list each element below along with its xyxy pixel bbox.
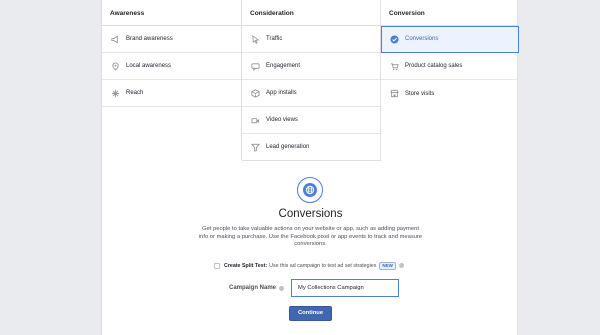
objective-label: Lead generation — [266, 144, 310, 150]
app-box-icon — [250, 88, 260, 98]
conversion-column: Conversion Conversions Product catalog s… — [381, 0, 519, 107]
objective-description: Get people to take valuable actions on y… — [198, 226, 423, 248]
funnel-icon — [250, 142, 260, 152]
new-badge: NEW — [379, 261, 396, 270]
objective-app-installs[interactable]: App installs — [242, 80, 381, 107]
awareness-column: Awareness Brand awareness Local awarenes… — [102, 0, 241, 107]
megaphone-icon — [110, 34, 120, 44]
store-icon — [389, 89, 399, 99]
campaign-name-label-row: Campaign Name — [229, 280, 285, 296]
objective-store-visits[interactable]: Store visits — [381, 80, 519, 107]
objective-local-awareness[interactable]: Local awareness — [102, 53, 241, 80]
info-icon[interactable] — [279, 285, 285, 291]
objective-reach[interactable]: Reach — [102, 80, 241, 107]
consideration-column: Consideration Traffic Engagement App ins… — [242, 0, 381, 161]
cart-icon — [389, 61, 399, 71]
continue-button[interactable]: Continue — [289, 306, 332, 321]
info-icon[interactable] — [398, 263, 404, 268]
split-test-label: Create Split Test: — [224, 262, 268, 269]
objective-label: Product catalog sales — [405, 63, 463, 69]
objective-label: Store visits — [405, 90, 435, 97]
split-test-text: Use this ad campaign to test ad set stra… — [269, 262, 377, 269]
split-test-row: Create Split Test: Use this ad campaign … — [214, 261, 404, 270]
chat-icon — [250, 61, 260, 71]
objective-brand-awareness[interactable]: Brand awareness — [102, 26, 241, 53]
reach-burst-icon — [110, 88, 120, 98]
objective-label: Local awareness — [126, 63, 172, 69]
objective-label: Video views — [266, 117, 298, 123]
objective-conversions[interactable]: Conversions — [381, 26, 519, 53]
location-pin-icon — [110, 61, 120, 71]
objective-label: Traffic — [266, 36, 283, 42]
objective-lead-generation[interactable]: Lead generation — [242, 134, 381, 161]
campaign-name-input[interactable] — [291, 279, 399, 297]
objective-traffic[interactable]: Traffic — [242, 26, 381, 53]
objective-title: Conversions — [278, 208, 343, 220]
cursor-icon — [250, 34, 260, 44]
video-camera-icon — [250, 115, 260, 125]
objective-label: Brand awareness — [126, 36, 173, 42]
objective-label: Reach — [126, 90, 144, 96]
campaign-name-label: Campaign Name — [229, 285, 277, 291]
split-test-checkbox[interactable] — [214, 262, 220, 269]
globe-icon — [297, 177, 323, 203]
check-circle-icon — [389, 34, 399, 44]
column-header-consideration: Consideration — [242, 0, 381, 26]
column-header-awareness: Awareness — [102, 0, 241, 26]
objective-panel: Awareness Brand awareness Local awarenes… — [101, 0, 519, 335]
objective-video-views[interactable]: Video views — [242, 107, 381, 134]
objective-label: Conversions — [405, 36, 439, 42]
objective-label: Engagement — [266, 63, 301, 69]
objective-label: App installs — [266, 90, 297, 96]
objective-engagement[interactable]: Engagement — [242, 53, 381, 80]
column-header-conversion: Conversion — [381, 0, 519, 26]
objective-product-catalog-sales[interactable]: Product catalog sales — [381, 53, 519, 80]
